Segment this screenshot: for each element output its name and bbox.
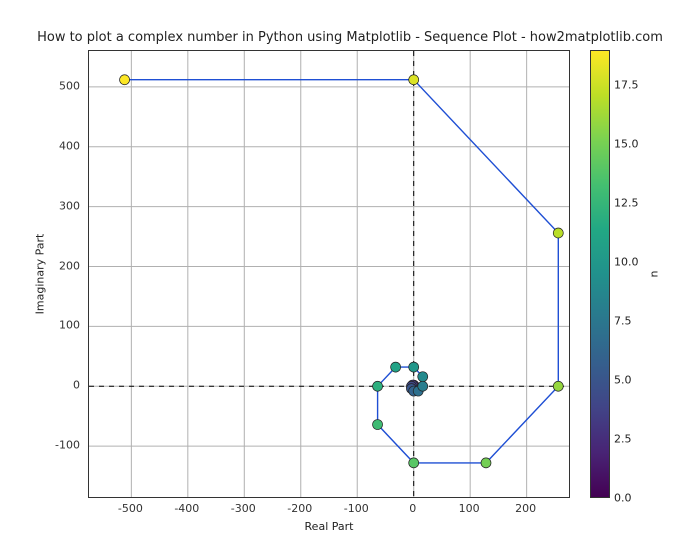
colorbar-tick: 10.0 bbox=[614, 256, 639, 269]
colorbar-tick: 15.0 bbox=[614, 138, 639, 151]
colorbar-tick: 12.5 bbox=[614, 197, 639, 210]
y-tick: 300 bbox=[59, 199, 80, 212]
y-tick: -100 bbox=[55, 439, 80, 452]
x-tick: 0 bbox=[409, 502, 416, 515]
x-tick: 200 bbox=[515, 502, 536, 515]
x-tick: -300 bbox=[231, 502, 256, 515]
y-tick: 200 bbox=[59, 259, 80, 272]
figure: How to plot a complex number in Python u… bbox=[0, 0, 700, 560]
marker bbox=[120, 75, 130, 85]
marker bbox=[409, 75, 419, 85]
sequence-line bbox=[125, 80, 559, 463]
scatter-markers bbox=[120, 75, 564, 468]
marker bbox=[481, 458, 491, 468]
marker bbox=[553, 228, 563, 238]
marker bbox=[553, 381, 563, 391]
y-tick: 0 bbox=[73, 379, 80, 392]
x-tick: -200 bbox=[287, 502, 312, 515]
colorbar bbox=[590, 50, 610, 498]
y-tick: 500 bbox=[59, 79, 80, 92]
colorbar-tick: 2.5 bbox=[614, 433, 632, 446]
colorbar-tick: 0.0 bbox=[614, 492, 632, 505]
axes-area bbox=[88, 50, 570, 498]
colorbar-tick: 17.5 bbox=[614, 79, 639, 92]
origin-lines bbox=[89, 51, 569, 497]
marker bbox=[373, 420, 383, 430]
marker bbox=[409, 458, 419, 468]
marker bbox=[418, 372, 428, 382]
colorbar-gradient bbox=[591, 51, 609, 497]
grid bbox=[89, 51, 569, 497]
x-tick: -100 bbox=[344, 502, 369, 515]
x-tick: -500 bbox=[118, 502, 143, 515]
chart-title: How to plot a complex number in Python u… bbox=[0, 30, 700, 45]
colorbar-tick: 5.0 bbox=[614, 374, 632, 387]
y-tick: 400 bbox=[59, 139, 80, 152]
marker bbox=[418, 381, 428, 391]
y-tick: 100 bbox=[59, 319, 80, 332]
marker bbox=[391, 362, 401, 372]
marker bbox=[409, 362, 419, 372]
marker bbox=[373, 381, 383, 391]
colorbar-tick: 7.5 bbox=[614, 315, 632, 328]
x-tick: -400 bbox=[174, 502, 199, 515]
x-axis-label: Real Part bbox=[88, 520, 570, 533]
x-tick: 100 bbox=[459, 502, 480, 515]
plot-svg bbox=[89, 51, 569, 497]
